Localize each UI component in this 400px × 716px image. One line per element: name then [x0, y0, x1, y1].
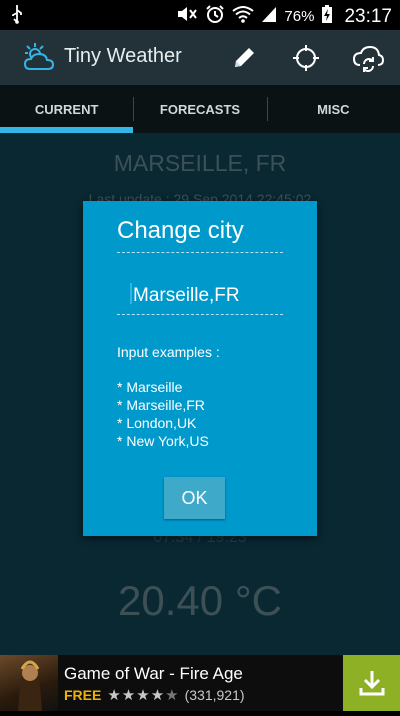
battery-icon: [321, 4, 333, 29]
example-item: * New York,US: [117, 433, 209, 449]
tab-misc[interactable]: MISC: [266, 85, 400, 133]
tab-bar: CURRENT FORECASTS MISC: [0, 85, 400, 133]
signal-icon: [261, 5, 277, 28]
tab-forecasts[interactable]: FORECASTS: [133, 85, 266, 133]
ad-rating-count: (331,921): [184, 687, 245, 703]
refresh-cloud-icon[interactable]: [350, 40, 386, 76]
action-bar: Tiny Weather: [0, 30, 400, 85]
example-item: * Marseille: [117, 379, 183, 395]
wifi-icon: [232, 5, 255, 28]
text-cursor: [130, 283, 132, 304]
ad-banner[interactable]: Game of War - Fire Age FREE ★ ★ ★ ★ ★ (331,9…: [0, 655, 400, 711]
input-examples: Input examples : * Marseille * Marseille…: [117, 343, 220, 450]
change-city-dialog: Change city Marseille,FR Input examples …: [83, 201, 317, 536]
alarm-icon: [205, 4, 225, 29]
download-button[interactable]: [343, 655, 400, 711]
ad-game-image[interactable]: [0, 655, 58, 711]
clock: 23:17: [344, 5, 392, 27]
battery-percent: 76%: [284, 8, 315, 25]
status-bar: 76% 23:17: [0, 0, 400, 30]
ad-rating: ★ ★ ★ ★ ★: [107, 686, 178, 704]
ok-button[interactable]: OK: [164, 477, 225, 519]
city-input[interactable]: Marseille,FR: [130, 283, 240, 307]
ad-title[interactable]: Game of War - Fire Age: [64, 664, 243, 684]
dialog-title: Change city: [117, 217, 244, 244]
app-title: Tiny Weather: [64, 45, 182, 67]
download-icon: [359, 671, 384, 696]
edit-icon[interactable]: [226, 40, 262, 76]
mute-icon: [176, 5, 198, 28]
ad-price: FREE: [64, 687, 102, 703]
usb-icon: [10, 4, 24, 29]
location-icon[interactable]: [288, 40, 324, 76]
star-icon: ★: [107, 687, 121, 704]
star-icon: ★: [165, 687, 179, 704]
city-input-value: Marseille,FR: [133, 285, 240, 306]
example-item: * London,UK: [117, 415, 197, 431]
weather-logo-icon[interactable]: [22, 42, 56, 72]
star-icon: ★: [121, 687, 136, 704]
star-icon: ★: [150, 687, 165, 704]
example-item: * Marseille,FR: [117, 397, 205, 413]
input-underline: [117, 314, 283, 315]
title-divider: [117, 252, 283, 253]
tab-current[interactable]: CURRENT: [0, 85, 133, 133]
star-icon: ★: [136, 687, 150, 704]
examples-heading: Input examples :: [117, 344, 220, 360]
